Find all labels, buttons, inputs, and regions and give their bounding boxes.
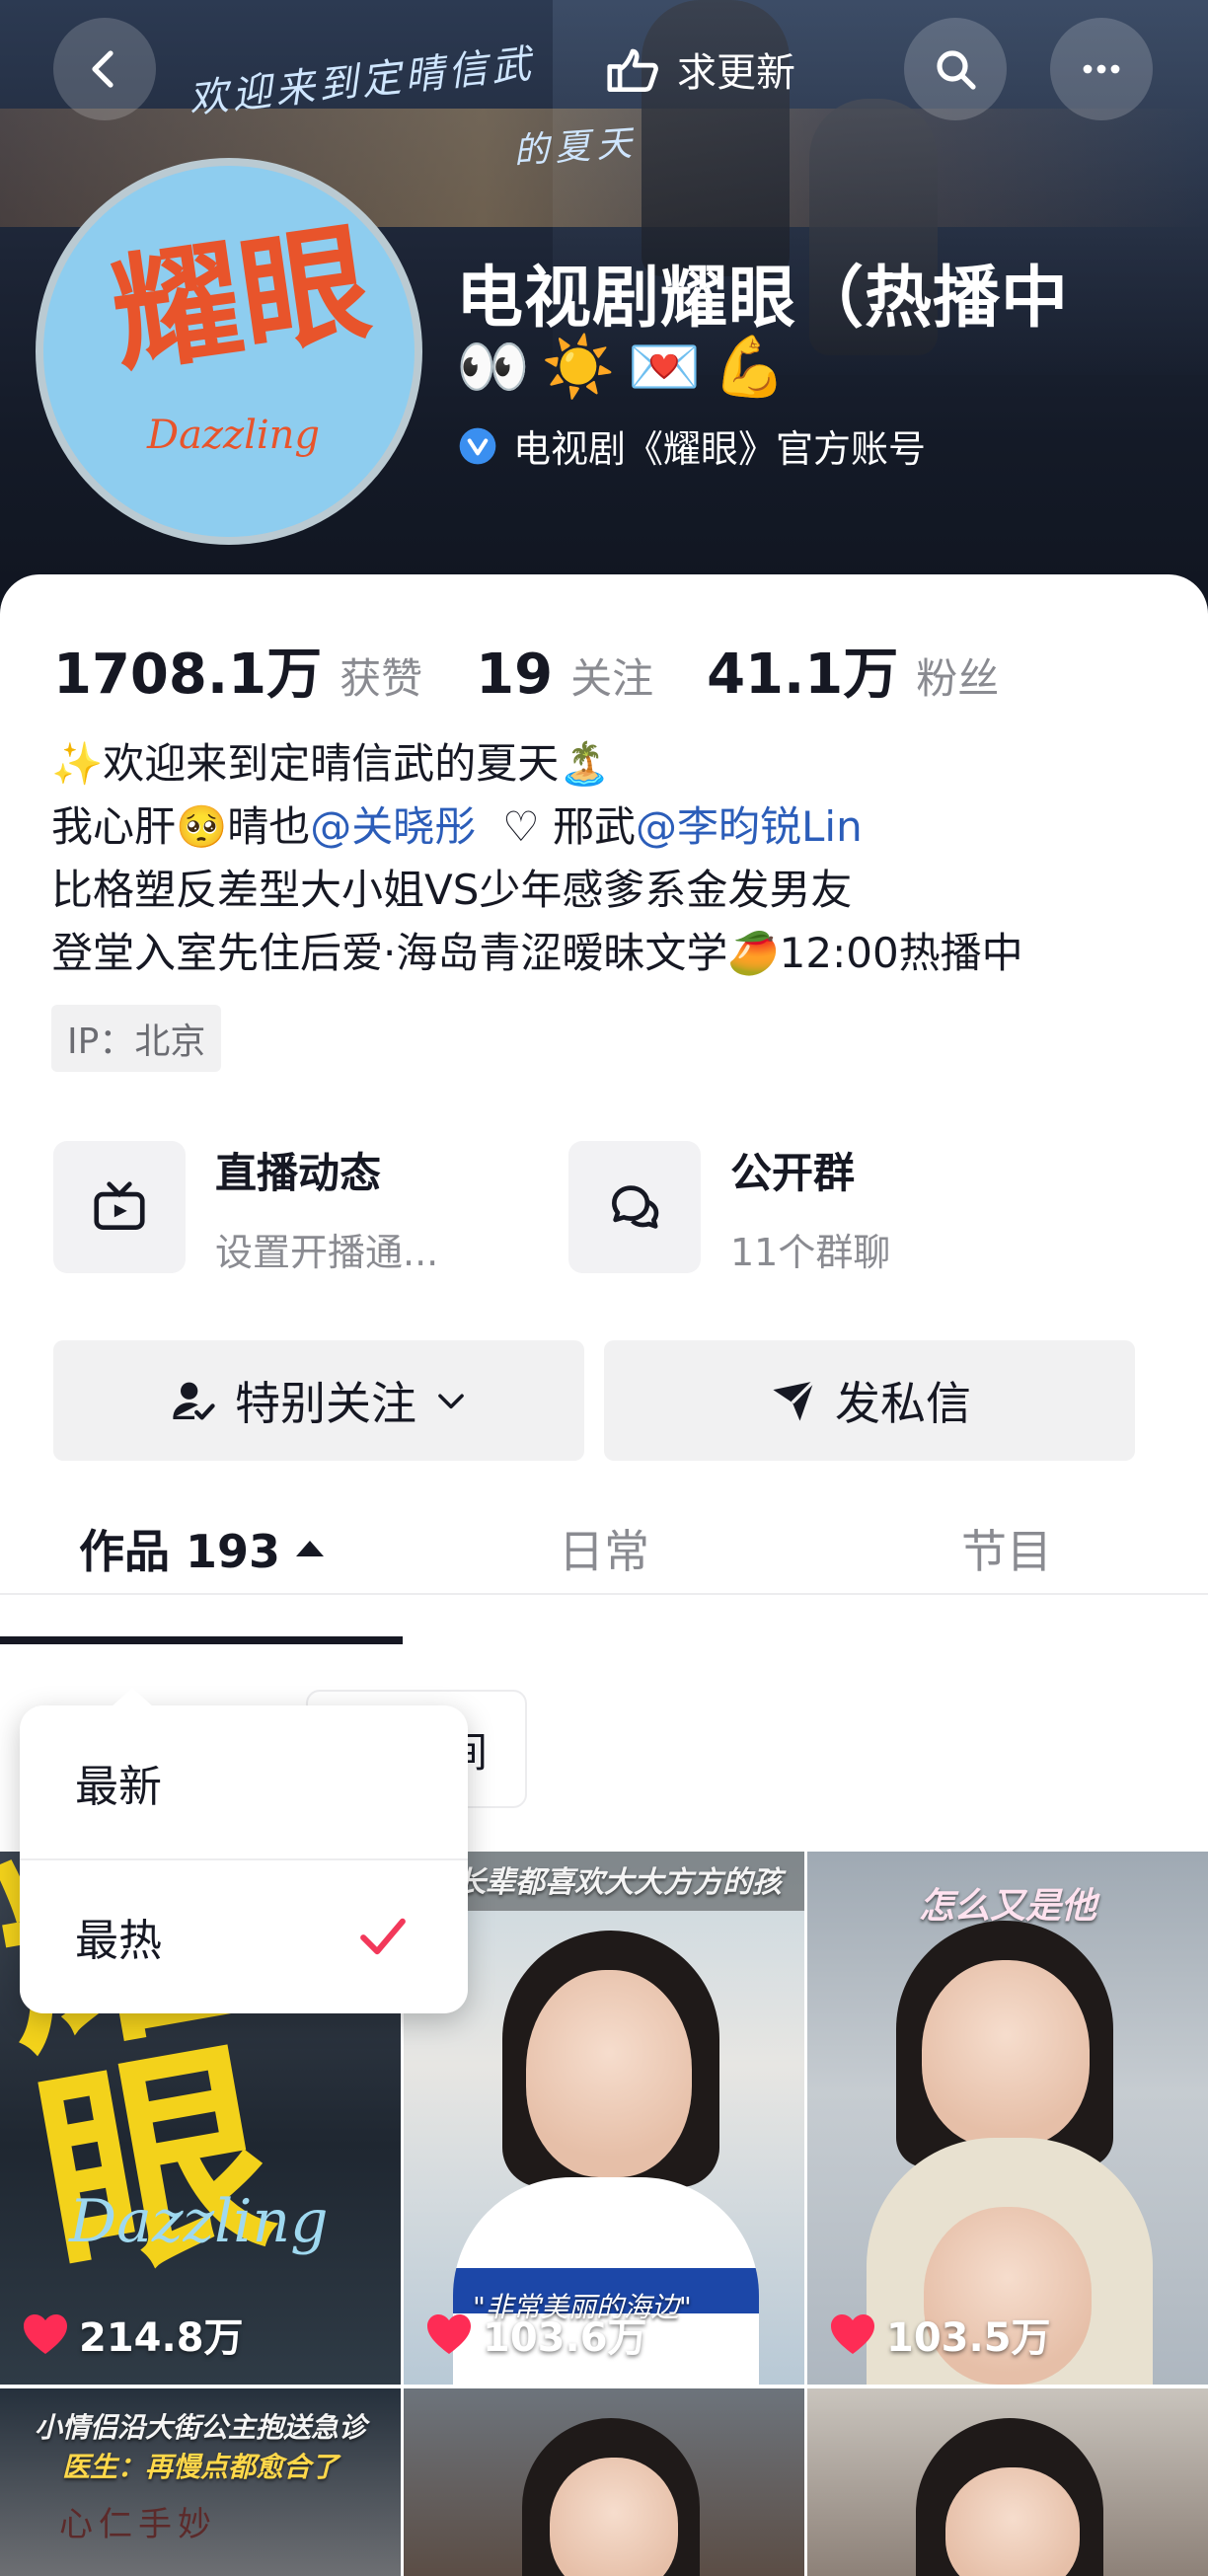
back-button[interactable] [53,18,156,120]
search-icon [937,50,976,90]
profile-name: 电视剧耀眼（热播中 [456,260,1070,338]
thumbnail-caption: 医生：再慢点都愈合了 [61,2451,339,2483]
request-update-label: 求更新 [677,50,795,96]
search-button[interactable] [904,18,1007,120]
special-follow-button[interactable]: 特别关注 [53,1340,584,1461]
heart-icon [427,2314,471,2354]
more-dots-icon [1083,64,1120,74]
bio-line: 比格塑反差型大小姐VS少年感爹系金发男友 [51,866,853,914]
chevron-left-icon [92,50,113,88]
verified-icon [459,427,496,464]
video-thumbnail[interactable]: 怎么又是他 103.5万 [807,1852,1208,2385]
heart-icon [831,2314,874,2354]
checkmark-icon [360,1918,406,1955]
bio-line: 我心肝🥺晴也@关晓彤 ♡ 邢武@李昀锐Lin [51,796,1023,859]
group-title: 公开群 [730,1149,856,1197]
figure-face [526,1970,692,2177]
like-count: 103.5万 [829,2306,1051,2363]
bio-line: ✨欢迎来到定晴信武的夏天🏝️ [51,739,611,788]
sort-option-hottest[interactable]: 最热 [20,1859,468,2013]
avatar[interactable]: 耀眼 Dazzling [36,158,422,545]
sort-option-label: 最热 [75,1916,162,1966]
tab-shows[interactable]: 节目 [805,1502,1208,1595]
live-title: 直播动态 [215,1149,382,1197]
figure-face [922,1960,1090,2148]
tab-daily-label: 日常 [559,1525,649,1578]
following-count[interactable]: 19 [476,643,553,707]
user-check-icon [173,1382,215,1420]
send-message-button[interactable]: 发私信 [604,1340,1135,1461]
avatar-logo-subtext: Dazzling [147,413,321,458]
like-count: 103.6万 [425,2306,647,2363]
more-button[interactable] [1050,18,1153,120]
figure-face [550,2458,678,2576]
following-label[interactable]: 关注 [570,645,653,706]
video-thumbnail[interactable] [807,2388,1208,2576]
live-icon-box [53,1141,186,1273]
like-count-value: 214.8万 [79,2315,244,2361]
ip-location-tag: IP：北京 [51,1005,222,1072]
like-count-value: 103.6万 [483,2315,647,2361]
mention-link[interactable]: @关晓彤 [310,802,476,851]
active-tab-indicator [0,1636,403,1644]
flexed-biceps-emoji: 💪 [713,333,787,402]
likes-label: 获赞 [340,654,423,703]
video-thumbnail[interactable] [404,2388,804,2576]
bio-text-segment: ♡ 邢武 [476,802,637,851]
figure-face [945,2467,1080,2576]
video-thumbnail[interactable]: 小情侣沿大街公主抱送急诊 医生：再慢点都愈合了 心仁手妙 [0,2388,401,2576]
like-count-value: 103.5万 [886,2315,1051,2361]
tab-daily[interactable]: 日常 [403,1502,805,1595]
content-tabs: 作品 193 日常 节目 [0,1502,1208,1595]
avatar-logo-text: 耀眼 [103,205,379,392]
tv-icon [94,1181,145,1230]
sort-dropdown: 最新 最热 [20,1688,468,2013]
profile-header: 欢迎来到定晴信武 的夏天 求更新 耀眼 Dazzling 电视剧耀眼（热播中 👀… [0,0,1208,632]
followers-label[interactable]: 粉丝 [916,645,999,706]
dropdown-arrow [111,1688,154,1707]
stats-row: 1708.1万 获赞 19 关注 41.1万 粉丝 [53,630,1034,710]
live-subtitle: 设置开播通... [215,1231,439,1274]
verified-badge-row: 电视剧《耀眼》官方账号 [456,418,926,473]
send-message-label: 发私信 [835,1377,971,1430]
tab-works[interactable]: 作品 193 [0,1502,403,1595]
group-subtitle: 11个群聊 [730,1231,891,1274]
paper-plane-icon [773,1380,815,1421]
verified-text: 电视剧《耀眼》官方账号 [513,427,927,471]
bio-text: ✨欢迎来到定晴信武的夏天🏝️ 我心肝🥺晴也@关晓彤 ♡ 邢武@李昀锐Lin 比格… [51,732,1023,985]
likes-count: 1708.1万 [53,643,323,707]
hand-point-icon [607,48,658,92]
header-script-text: 的夏天 [511,122,640,173]
chat-bubbles-icon [612,1185,659,1229]
tab-works-label: 作品 193 [78,1525,281,1578]
group-icon-box [568,1141,701,1273]
special-follow-label: 特别关注 [235,1377,416,1430]
like-count: 214.8万 [22,2306,244,2363]
eyes-emoji: 👀 [456,333,530,402]
profile-emoji-row: 👀 ☀️ 💌 💪 [456,330,787,405]
followers-count[interactable]: 41.1万 [707,630,898,710]
public-group-entry[interactable]: 公开群 11个群聊 [568,1141,890,1279]
sort-option-latest[interactable]: 最新 [20,1705,468,1859]
mention-link[interactable]: @李昀锐Lin [636,802,863,851]
thumbnail-caption: 小情侣沿大街公主抱送急诊 [34,2411,366,2444]
caret-up-icon [296,1541,325,1556]
bio-line: 登堂入室先住后爱·海岛青涩暧昧文学🥭12:00热播中 [51,929,1023,977]
heart-icon [24,2314,67,2354]
sort-option-label: 最新 [75,1762,162,1812]
bio-text-segment: 我心肝🥺晴也 [51,802,311,851]
chevron-down-icon [438,1394,464,1409]
love-letter-emoji: 💌 [627,333,702,402]
thumbnail-sign: 心仁手妙 [59,2505,217,2544]
sun-emoji: ☀️ [541,333,616,402]
live-dynamics-entry[interactable]: 直播动态 设置开播通... [53,1141,438,1279]
thumbnail-logo-subtext: Dazzling [69,2187,329,2256]
request-update-button[interactable]: 求更新 [602,30,795,109]
tab-shows-label: 节目 [961,1525,1052,1578]
